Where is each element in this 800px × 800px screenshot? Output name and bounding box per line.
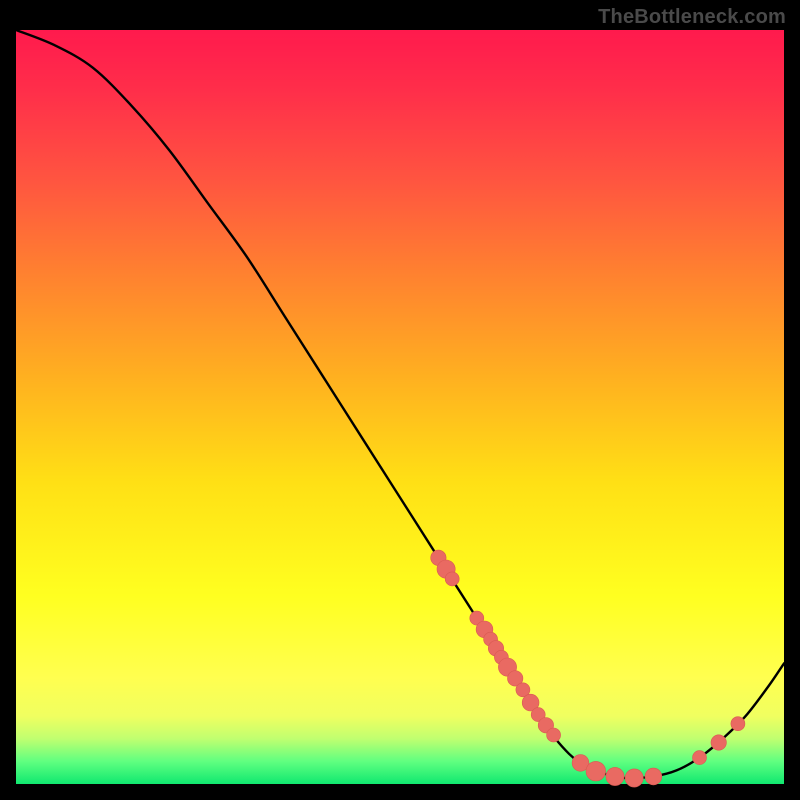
data-point <box>586 761 606 781</box>
data-point <box>711 735 726 750</box>
chart-frame <box>16 30 784 784</box>
bottleneck-curve-line <box>16 30 784 778</box>
data-point <box>625 769 643 787</box>
data-point <box>445 572 459 586</box>
chart-svg <box>16 30 784 784</box>
watermark-text: TheBottleneck.com <box>598 6 786 29</box>
data-point <box>606 767 624 785</box>
data-point <box>693 751 707 765</box>
data-points-group <box>431 550 745 787</box>
data-point <box>645 768 662 785</box>
data-point <box>547 728 561 742</box>
data-point <box>731 717 745 731</box>
